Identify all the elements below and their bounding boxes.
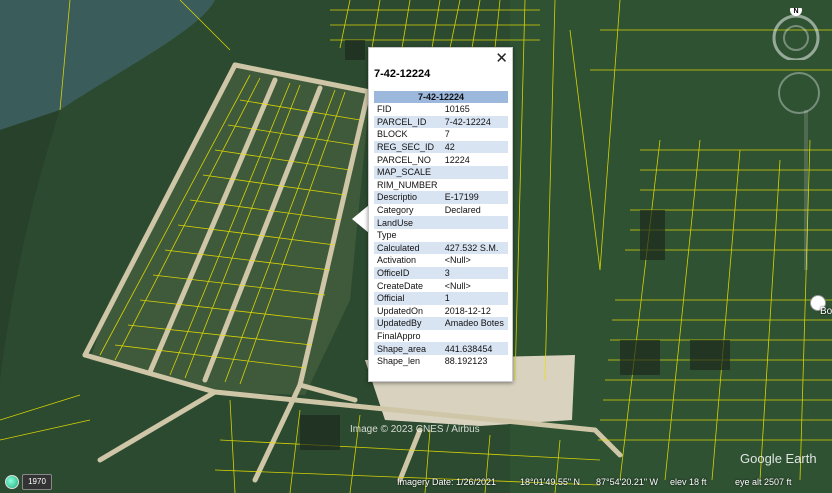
attribute-value: 1 — [441, 291, 508, 305]
attribute-row: UpdatedOn 2018-12-12 — [374, 305, 508, 318]
google-earth-logo: Google Earth — [740, 451, 817, 466]
attribute-key: Type — [377, 230, 397, 241]
attribute-key: UpdatedBy — [374, 317, 442, 330]
historical-imagery-year-button[interactable]: 1970 — [22, 474, 52, 490]
attribute-value: 2018-12-12 — [444, 305, 491, 316]
attribute-key: MAP_SCALE — [374, 165, 442, 179]
attribute-row: FID 10165 — [374, 103, 508, 116]
attribute-row: Category Declared — [374, 204, 508, 217]
attribute-value: 441.638454 — [441, 342, 508, 355]
attribute-value: 7-42-12224 — [441, 115, 508, 129]
imagery-date: Imagery Date: 1/26/2021 — [397, 477, 497, 487]
attribute-row: REG_SEC_ID 42 — [374, 140, 508, 154]
attribute-row: PARCEL_NO 12224 — [374, 153, 508, 166]
attribute-value: Amadeo Botes — [441, 317, 508, 330]
attribute-key: UpdatedOn — [377, 305, 424, 316]
map-edge-label: Bo — [820, 306, 832, 317]
attribute-key: BLOCK — [377, 129, 408, 140]
attribute-value: 88.192123 — [444, 356, 488, 367]
popup-tail — [352, 205, 369, 233]
close-icon[interactable]: ✕ — [495, 50, 508, 66]
zoom-slider[interactable] — [804, 110, 808, 270]
attribute-value: 427.532 S.M. — [441, 241, 508, 255]
compass-north-label: N — [793, 8, 798, 15]
attribute-row: PARCEL_ID 7-42-12224 — [374, 115, 508, 129]
attribute-key: PARCEL_ID — [374, 115, 442, 129]
attribute-value — [442, 229, 508, 242]
attribute-row: Activation <Null> — [374, 254, 508, 267]
attribute-value — [441, 165, 508, 179]
attribute-value: 3 — [441, 266, 508, 280]
attribute-value: 42 — [441, 140, 508, 154]
attribute-value: <Null> — [444, 255, 471, 266]
elevation-readout: elev 18 ft — [670, 477, 707, 487]
attribute-row: MAP_SCALE — [374, 165, 508, 179]
attribute-value — [442, 330, 508, 343]
attribute-key: Official — [374, 291, 442, 305]
attribute-row: Shape_len 88.192123 — [374, 355, 508, 368]
eye-altitude-readout: eye alt 2507 ft — [735, 477, 792, 487]
imagery-copyright: Image © 2023 CNES / Airbus — [350, 424, 480, 435]
attribute-row: LandUse — [374, 216, 508, 229]
attribute-row: Descriptio E-17199 — [374, 191, 508, 204]
attribute-key: OfficeID — [374, 266, 442, 280]
attribute-value: Declared — [444, 205, 481, 216]
attribute-row: Calculated 427.532 S.M. — [374, 241, 508, 255]
attribute-key: LandUse — [374, 216, 442, 229]
attribute-table: 7-42-12224 FID 10165 PARCEL_ID 7-42-12224 BL… — [374, 91, 508, 367]
attribute-row: RIM_NUMBER — [374, 179, 508, 192]
attribute-value: 7 — [444, 129, 450, 140]
attribute-row: Type — [374, 229, 508, 242]
attribute-key: FID — [377, 104, 392, 115]
attribute-value: <Null> — [444, 280, 471, 291]
attribute-key: RIM_NUMBER — [377, 179, 438, 190]
attribute-key: CreateDate — [377, 280, 424, 291]
attribute-key: PARCEL_NO — [377, 154, 431, 165]
attribute-row: OfficeID 3 — [374, 266, 508, 280]
attribute-key: Category — [377, 205, 414, 216]
attribute-value: E-17199 — [441, 191, 508, 204]
attribute-key: Shape_area — [374, 342, 442, 355]
globe-icon[interactable] — [5, 475, 19, 489]
attribute-row: Official 1 — [374, 291, 508, 305]
parcel-info-popup: ✕ 7-42-12224 7-42-12224 FID 10165 PARCEL_I… — [368, 47, 513, 382]
attribute-table-header: 7-42-12224 — [374, 91, 508, 103]
popup-title: 7-42-12224 — [374, 68, 431, 80]
attribute-key: REG_SEC_ID — [374, 140, 442, 154]
look-joystick-icon[interactable] — [778, 72, 820, 114]
attribute-row: CreateDate <Null> — [374, 279, 508, 292]
attribute-row: FinalAppro — [374, 330, 508, 343]
attribute-key: FinalAppro — [377, 330, 421, 341]
attribute-value: 12224 — [444, 154, 470, 165]
attribute-value: 10165 — [444, 104, 470, 115]
attribute-key: Descriptio — [374, 191, 442, 204]
attribute-key: Shape_len — [377, 356, 421, 367]
latitude-readout: 18°01'49.55" N — [520, 477, 581, 487]
longitude-readout: 87°54'20.21" W — [596, 477, 659, 487]
attribute-key: Calculated — [374, 241, 442, 255]
attribute-row: BLOCK 7 — [374, 128, 508, 141]
attribute-value — [442, 179, 508, 192]
compass-icon[interactable]: N — [770, 4, 822, 62]
attribute-row: Shape_area 441.638454 — [374, 342, 508, 355]
attribute-row: UpdatedBy Amadeo Botes — [374, 317, 508, 330]
attribute-key: Activation — [377, 255, 417, 266]
attribute-value — [441, 216, 508, 229]
